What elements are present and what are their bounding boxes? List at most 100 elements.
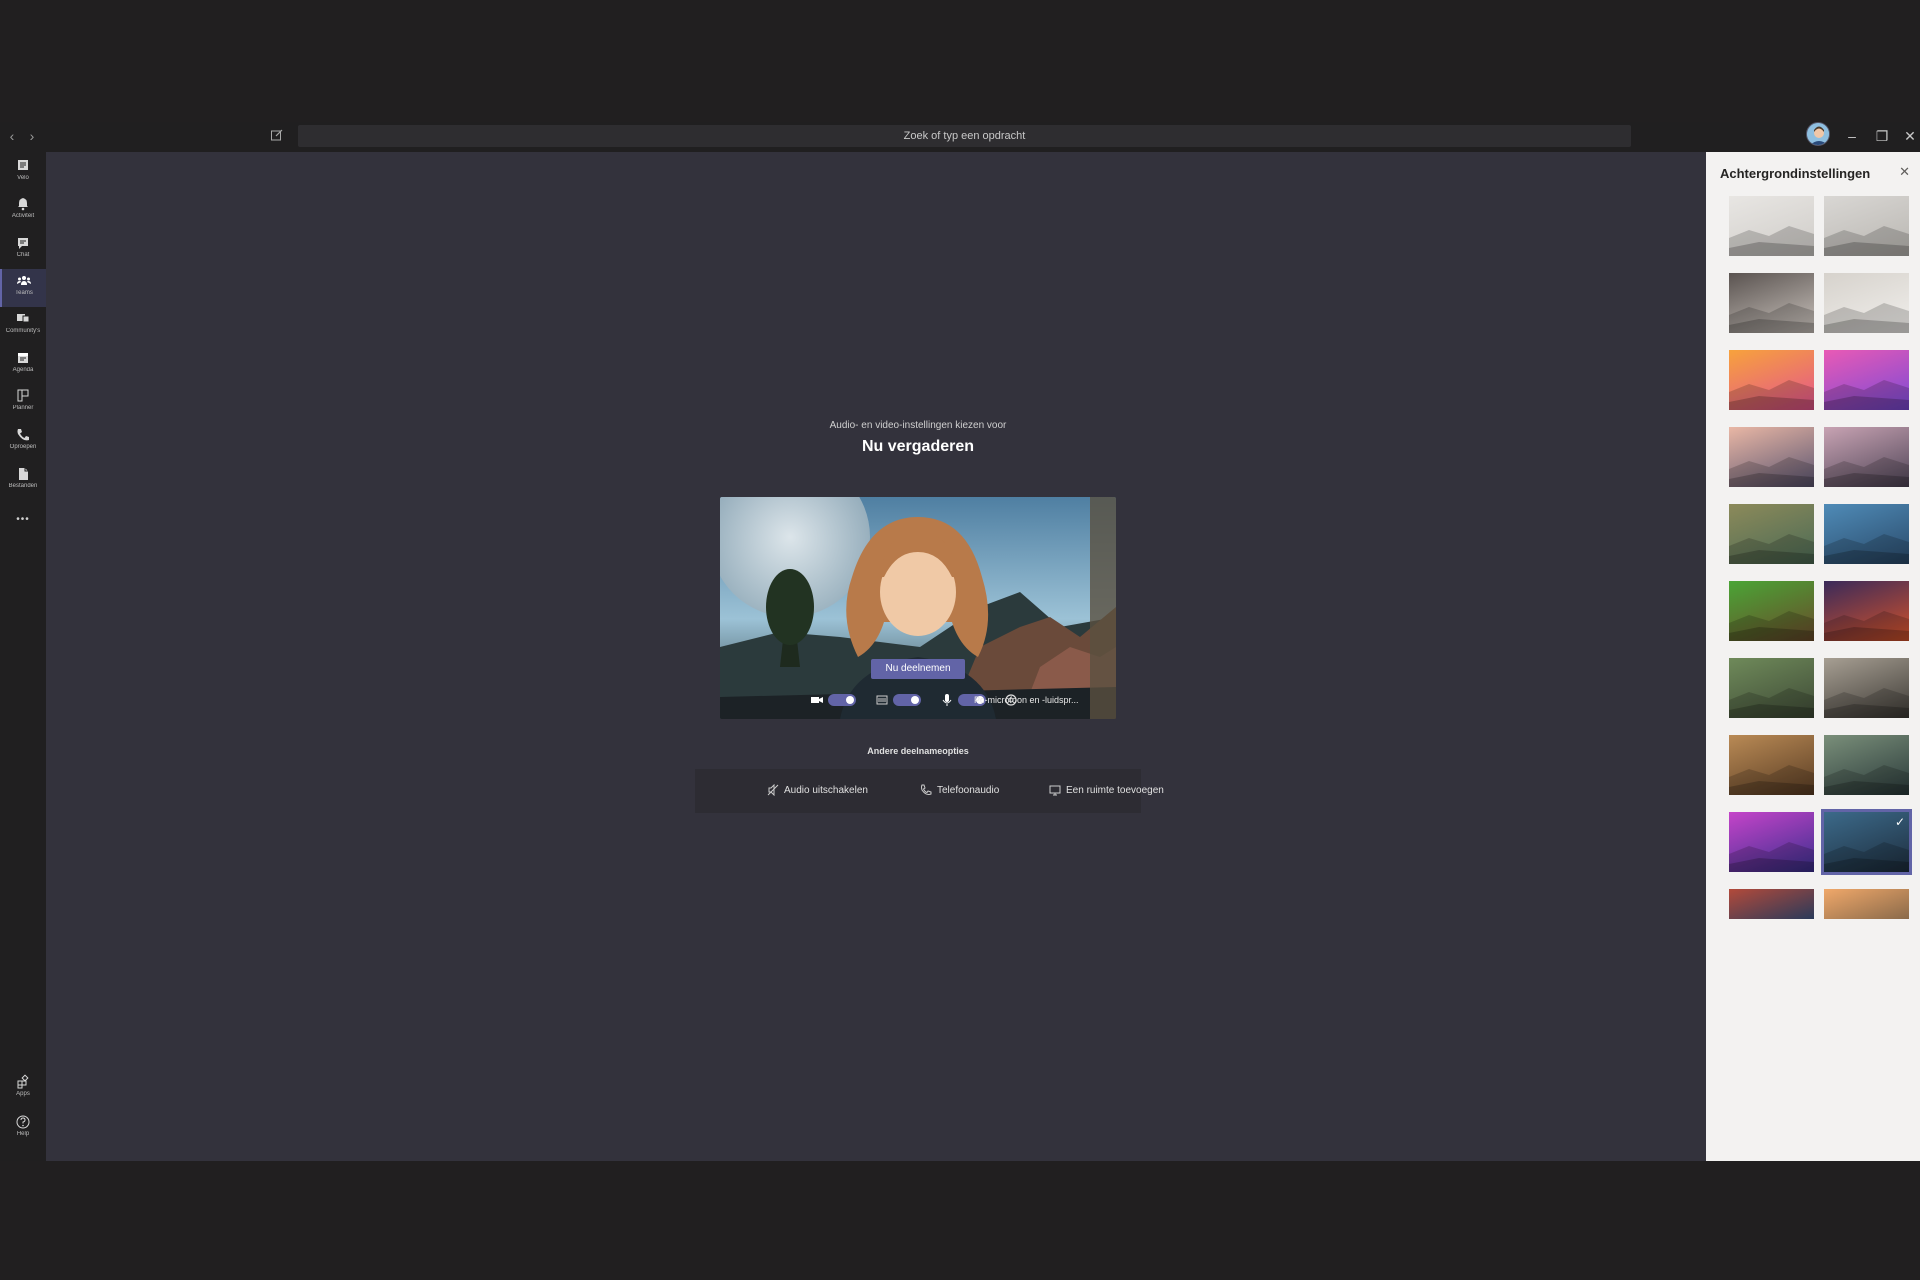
phone-icon <box>921 784 932 796</box>
close-icon[interactable]: ✕ <box>1899 164 1910 180</box>
rail-item-label: Chat <box>16 252 30 258</box>
audio-off-label: Audio uitschakelen <box>784 785 868 796</box>
rail-item-bestanden[interactable]: Bestanden <box>0 462 46 500</box>
community-icon <box>17 314 30 323</box>
other-join-options: Audio uitschakelen Telefoonaudio Een rui… <box>695 769 1164 813</box>
thumb-art <box>1729 611 1814 641</box>
rail-item-label: Teams <box>15 290 33 296</box>
search-input[interactable]: Zoek of typ een opdracht <box>298 125 1631 147</box>
apps-icon <box>17 1074 29 1089</box>
join-now-button[interactable]: Nu deelnemen <box>871 659 965 679</box>
thumb-art <box>1824 457 1909 487</box>
audio-off-option[interactable]: Audio uitschakelen <box>767 769 868 813</box>
blur-icon <box>875 693 889 707</box>
teams-window: ‹ › Zoek of typ een opdracht – ❐ ✕ Velo A… <box>0 122 1920 1161</box>
checkmark-icon: ✓ <box>1894 815 1905 829</box>
rail-item-apps[interactable]: Apps <box>0 1070 46 1108</box>
room-icon <box>1049 785 1061 796</box>
thumb-art <box>1729 380 1814 410</box>
thumb-art <box>1729 688 1814 718</box>
thumb-art <box>1824 226 1909 256</box>
panel-title: Achtergrondinstellingen <box>1720 166 1871 181</box>
background-thumb-orange-sky[interactable] <box>1824 889 1909 919</box>
blur-toggle[interactable] <box>893 694 921 706</box>
background-thumb-white-room-1[interactable] <box>1729 196 1814 256</box>
other-join-options-title: Andere deelnameopties <box>867 746 969 756</box>
background-thumb-white-loft[interactable] <box>1824 273 1909 333</box>
background-thumb-white-room-2[interactable] <box>1824 196 1909 256</box>
close-window-button[interactable]: ✕ <box>1900 126 1920 146</box>
background-thumb-arch-rock[interactable] <box>1824 427 1909 487</box>
rail-item-teams[interactable]: Teams <box>0 269 46 307</box>
rail-item-label: Planner <box>12 405 34 411</box>
rail-item-chat[interactable]: Chat <box>0 231 46 269</box>
background-thumb-office-glass[interactable] <box>1729 273 1814 333</box>
feed-icon <box>18 160 28 170</box>
background-thumb-valley-green[interactable] <box>1729 658 1814 718</box>
background-thumb-classroom[interactable] <box>1729 504 1814 564</box>
prejoin-subtitle: Audio- en video-instellingen kiezen voor <box>829 420 1007 431</box>
background-thumb-alien-coast[interactable]: ✓ <box>1821 809 1912 875</box>
background-thumb-minecraft-night[interactable] <box>1824 581 1909 641</box>
phone-audio-label: Telefoonaudio <box>937 785 1000 796</box>
avatar[interactable] <box>1806 122 1830 146</box>
add-room-label: Een ruimte toevoegen <box>1066 785 1164 796</box>
background-thumb-blue-lab[interactable] <box>1824 504 1909 564</box>
rail-item-label: Velo <box>17 175 29 181</box>
background-thumb-nebula[interactable] <box>1729 812 1814 872</box>
background-thumb-sci-fi-sun[interactable] <box>1824 735 1909 795</box>
rail-item-agenda[interactable]: Agenda <box>0 346 46 384</box>
rail-item-label: Help <box>16 1131 30 1137</box>
teams-icon <box>17 276 31 285</box>
rail-item-label: Activiteit <box>11 213 35 219</box>
thumb-art <box>1824 380 1909 410</box>
thumb-art <box>1824 765 1909 795</box>
chat-icon <box>18 238 28 249</box>
background-settings-panel: Achtergrondinstellingen ✕ ✓ <box>1706 152 1920 1161</box>
rail-item-label: Agenda <box>12 367 34 373</box>
camera-icon <box>810 693 824 707</box>
restore-button[interactable]: ❐ <box>1872 126 1892 146</box>
chevron-right-icon[interactable]: › <box>24 128 40 144</box>
rail-item-planner[interactable]: Planner <box>0 384 46 422</box>
background-thumb-stone-ring[interactable] <box>1824 658 1909 718</box>
add-room-option[interactable]: Een ruimte toevoegen <box>1049 769 1164 813</box>
minimize-button[interactable]: – <box>1842 126 1862 146</box>
rail-item-activiteit[interactable]: Activiteit <box>0 192 46 230</box>
background-thumb-minecraft-green[interactable] <box>1729 581 1814 641</box>
help-icon <box>16 1115 30 1129</box>
background-thumb-balloons-orange[interactable] <box>1729 350 1814 410</box>
thumb-art <box>1729 889 1814 919</box>
chevron-left-icon[interactable]: ‹ <box>4 128 20 144</box>
microphone-icon <box>940 693 954 707</box>
thumb-art <box>1729 457 1814 487</box>
background-thumb-desert-street[interactable] <box>1729 735 1814 795</box>
more-apps-button[interactable]: ••• <box>0 504 46 542</box>
thumb-art <box>1824 611 1909 641</box>
phone-audio-option[interactable]: Telefoonaudio <box>920 769 999 813</box>
more-icon: ••• <box>16 514 30 525</box>
meeting-title: Nu vergaderen <box>861 438 975 455</box>
rail-item-help[interactable]: Help <box>0 1110 46 1148</box>
camera-toggle[interactable] <box>828 694 856 706</box>
thumb-art <box>1729 842 1814 872</box>
app-rail: Velo Activiteit Chat Teams Community's Agenda… <box>0 152 46 1161</box>
rail-item-label: Bestanden <box>8 483 38 489</box>
calendar-icon <box>18 353 28 363</box>
files-icon <box>19 468 28 480</box>
background-thumb-red-canyon[interactable] <box>1729 889 1814 919</box>
thumb-art <box>1824 688 1909 718</box>
thumb-art <box>1729 226 1814 256</box>
thumb-art <box>1824 303 1909 333</box>
compose-icon[interactable] <box>270 128 286 144</box>
background-thumb-bridge-sunset[interactable] <box>1729 427 1814 487</box>
device-settings-link[interactable]: Pc-microfoon en -luidspr... <box>974 693 1079 707</box>
rail-item-label: Apps <box>16 1091 30 1097</box>
background-thumb-balloons-pink[interactable] <box>1824 350 1909 410</box>
rail-item-communitys[interactable]: Community's <box>0 307 46 345</box>
rail-item-label: Community's <box>5 328 41 334</box>
video-preview <box>720 497 1116 719</box>
rail-item-velo[interactable]: Velo <box>0 154 46 192</box>
title-bar: ‹ › Zoek of typ een opdracht – ❐ ✕ <box>0 122 1920 152</box>
planner-icon <box>17 389 29 402</box>
